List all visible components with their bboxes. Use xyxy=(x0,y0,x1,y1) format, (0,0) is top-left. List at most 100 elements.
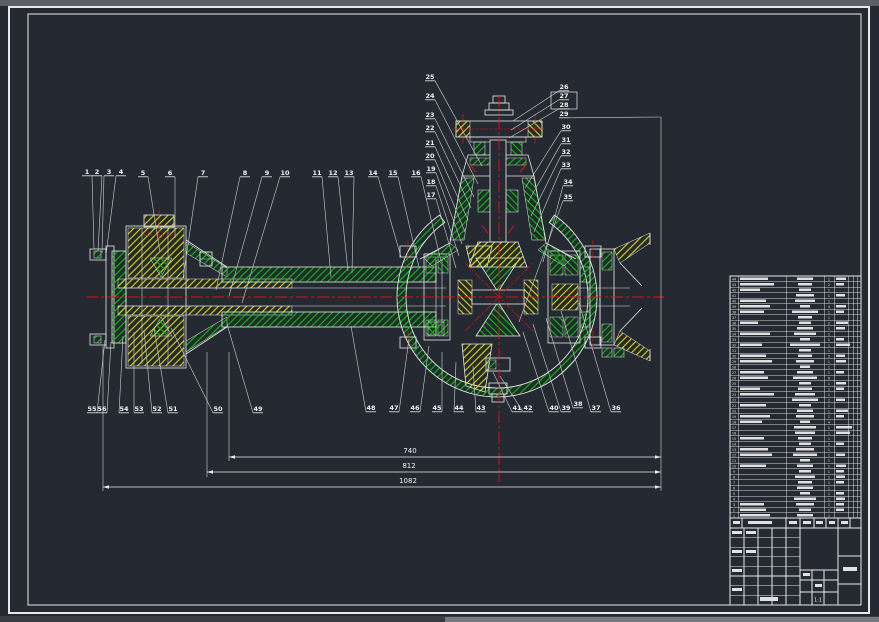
svg-text:1: 1 xyxy=(828,277,830,281)
bom-row: 381 xyxy=(732,310,844,314)
svg-text:1: 1 xyxy=(828,459,830,463)
callout-45: 45 xyxy=(432,352,442,412)
bom-row: 351 xyxy=(732,327,845,331)
callout-49: 49 xyxy=(227,324,263,413)
svg-text:1: 1 xyxy=(828,453,830,457)
svg-text:24: 24 xyxy=(425,92,435,100)
bom-row: 281 xyxy=(732,365,830,369)
svg-text:1: 1 xyxy=(733,514,735,518)
svg-text:44: 44 xyxy=(732,277,736,281)
svg-text:22: 22 xyxy=(425,124,434,132)
callout-12: 12 xyxy=(328,169,348,271)
bom-row: 111 xyxy=(732,459,830,463)
dimension-1082: 1082 xyxy=(103,477,661,489)
svg-text:39: 39 xyxy=(732,305,736,309)
bom-row: 421 xyxy=(732,288,830,292)
svg-text:1: 1 xyxy=(828,514,830,518)
svg-text:13: 13 xyxy=(732,448,736,452)
svg-text:2: 2 xyxy=(733,508,735,512)
bom-row: 12 1 xyxy=(732,453,845,457)
svg-text:740: 740 xyxy=(403,447,416,455)
svg-text:19: 19 xyxy=(732,415,736,419)
svg-text:4: 4 xyxy=(119,168,124,176)
callout-4: 4 xyxy=(106,168,126,255)
bom-row: 401 xyxy=(732,299,830,303)
bom-table: 4414324214114013943813713623513413313213… xyxy=(730,276,861,518)
svg-text:6: 6 xyxy=(828,376,830,380)
svg-text:26: 26 xyxy=(732,376,736,380)
bom-row: 222 xyxy=(732,398,845,402)
svg-text:16: 16 xyxy=(411,169,421,177)
svg-text:40: 40 xyxy=(549,404,559,412)
svg-text:22: 22 xyxy=(732,398,736,402)
svg-text:35: 35 xyxy=(732,327,736,331)
svg-text:23: 23 xyxy=(732,393,736,397)
svg-text:29: 29 xyxy=(732,360,736,364)
svg-text:2: 2 xyxy=(828,354,830,358)
title-block: 1:1 xyxy=(730,518,861,605)
svg-text:1: 1 xyxy=(828,332,830,336)
svg-text:1: 1 xyxy=(828,343,830,347)
svg-text:1: 1 xyxy=(828,299,830,303)
svg-text:4: 4 xyxy=(828,305,830,309)
bom-row: 31 xyxy=(733,503,844,507)
callout-56: 56 xyxy=(97,342,111,413)
svg-text:27: 27 xyxy=(559,92,568,100)
bom-row: 71 xyxy=(733,481,844,485)
svg-text:42: 42 xyxy=(732,288,736,292)
svg-text:2: 2 xyxy=(828,442,830,446)
svg-text:42: 42 xyxy=(523,404,532,412)
svg-text:1: 1 xyxy=(828,404,830,408)
dimension-740: 740 xyxy=(229,447,661,459)
svg-text:27: 27 xyxy=(732,371,736,375)
svg-text:2: 2 xyxy=(828,283,830,287)
bom-row: 321 xyxy=(732,343,850,347)
svg-text:54: 54 xyxy=(119,405,129,413)
bom-row: 191 xyxy=(732,415,844,419)
scale-value: 1:1 xyxy=(814,598,822,604)
svg-text:41: 41 xyxy=(732,294,736,298)
svg-text:29: 29 xyxy=(559,110,569,118)
bom-row: 61 xyxy=(733,486,830,490)
svg-text:31: 31 xyxy=(561,136,571,144)
svg-text:43: 43 xyxy=(732,283,736,287)
bom-row: 362 xyxy=(732,321,848,325)
svg-text:10: 10 xyxy=(280,169,290,177)
svg-text:1082: 1082 xyxy=(399,477,417,485)
bom-row: 201 xyxy=(732,409,848,413)
bom-row: 21 xyxy=(733,508,844,512)
svg-text:7: 7 xyxy=(733,481,735,485)
svg-text:34: 34 xyxy=(732,332,736,336)
svg-text:2: 2 xyxy=(95,168,100,176)
svg-text:53: 53 xyxy=(134,405,143,413)
bom-row: 142 xyxy=(732,442,844,446)
bom-row: 13 1 xyxy=(732,448,830,452)
bom-row: 411 xyxy=(732,294,845,298)
svg-text:25: 25 xyxy=(732,382,736,386)
bom-row: 241 xyxy=(732,387,844,391)
svg-text:1: 1 xyxy=(828,470,830,474)
bom-row: 271 xyxy=(732,371,844,375)
dimension-812: 812 xyxy=(207,462,661,474)
bom-row: 51 xyxy=(733,492,844,496)
bom-row: 291 xyxy=(732,360,846,364)
svg-text:12: 12 xyxy=(732,453,736,457)
pinion-tower-section xyxy=(420,96,576,267)
svg-text:33: 33 xyxy=(561,161,570,169)
svg-text:812: 812 xyxy=(402,462,415,470)
svg-text:1: 1 xyxy=(828,497,830,501)
svg-text:37: 37 xyxy=(591,404,600,412)
svg-text:19: 19 xyxy=(426,165,436,173)
svg-text:12: 12 xyxy=(328,169,337,177)
svg-text:55: 55 xyxy=(87,405,97,413)
svg-text:32: 32 xyxy=(561,148,570,156)
svg-text:1: 1 xyxy=(828,486,830,490)
bom-row: 151 xyxy=(732,437,830,441)
svg-text:1: 1 xyxy=(828,448,830,452)
cad-canvas[interactable]: 7408121082 12345678910111213141516171819… xyxy=(0,0,879,622)
horizontal-scrollbar-thumb[interactable] xyxy=(445,617,879,622)
svg-text:38: 38 xyxy=(573,400,583,408)
cad-viewport[interactable]: 7408121082 12345678910111213141516171819… xyxy=(0,0,879,622)
svg-text:1: 1 xyxy=(828,508,830,512)
svg-text:4: 4 xyxy=(733,497,735,501)
